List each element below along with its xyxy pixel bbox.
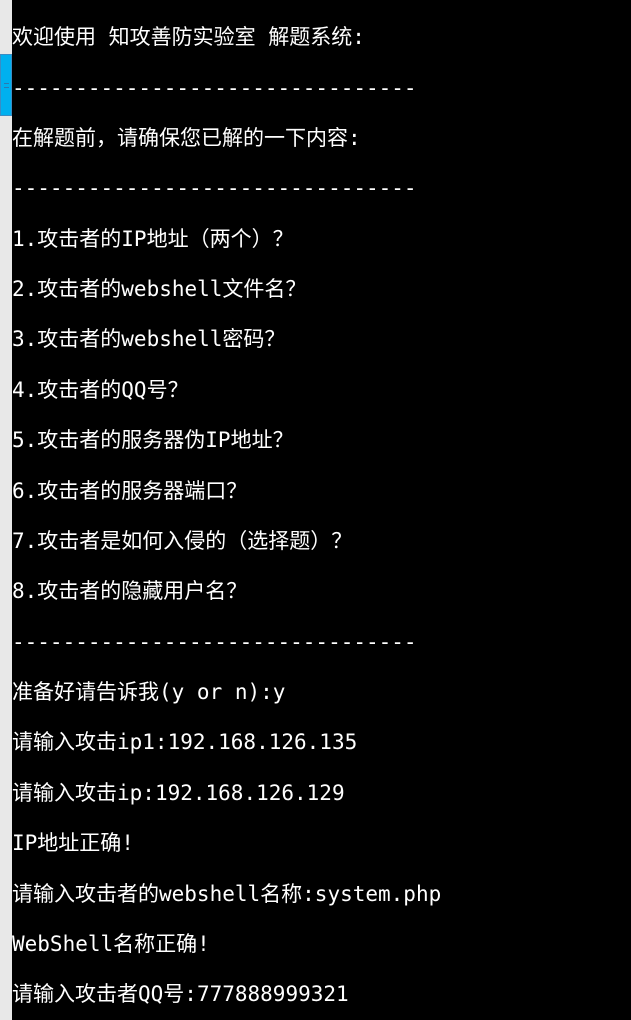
webshell-correct: WebShell名称正确! — [12, 932, 631, 957]
webshell-prompt: 请输入攻击者的webshell名称: — [12, 882, 315, 906]
qq-answer: 777888999321 — [197, 982, 349, 1006]
ip1-prompt: 请输入攻击ip1: — [12, 730, 168, 754]
question-3: 3.攻击者的webshell密码？ — [12, 327, 631, 352]
ip-correct: IP地址正确! — [12, 831, 631, 856]
ip-line: 请输入攻击ip:192.168.126.129 — [12, 781, 631, 806]
question-6: 6.攻击者的服务器端口？ — [12, 479, 631, 504]
ready-line: 准备好请告诉我(y or n):y — [12, 680, 631, 705]
separator: -------------------------------- — [12, 76, 631, 101]
question-5: 5.攻击者的服务器伪IP地址？ — [12, 428, 631, 453]
webshell-line: 请输入攻击者的webshell名称:system.php — [12, 882, 631, 907]
ready-answer: y — [273, 680, 286, 704]
terminal-output[interactable]: 欢迎使用 知攻善防实验室 解题系统: ---------------------… — [12, 0, 631, 1020]
webshell-answer: system.php — [315, 882, 441, 906]
qq-prompt: 请输入攻击者QQ号: — [12, 982, 197, 1006]
qq-line: 请输入攻击者QQ号:777888999321 — [12, 982, 631, 1007]
question-2: 2.攻击者的webshell文件名？ — [12, 277, 631, 302]
ip-answer: 192.168.126.129 — [155, 781, 345, 805]
ip-prompt: 请输入攻击ip: — [12, 781, 155, 805]
question-7: 7.攻击者是如何入侵的（选择题）？ — [12, 529, 631, 554]
welcome-line: 欢迎使用 知攻善防实验室 解题系统: — [12, 25, 631, 50]
scrollbar-track[interactable] — [0, 0, 12, 1020]
separator: -------------------------------- — [12, 630, 631, 655]
ready-prompt: 准备好请告诉我(y or n): — [12, 680, 273, 704]
pre-note: 在解题前，请确保您已解的一下内容: — [12, 126, 631, 151]
scrollbar-thumb[interactable] — [0, 54, 12, 116]
ip1-answer: 192.168.126.135 — [168, 730, 358, 754]
ip1-line: 请输入攻击ip1:192.168.126.135 — [12, 730, 631, 755]
question-8: 8.攻击者的隐藏用户名？ — [12, 579, 631, 604]
question-4: 4.攻击者的QQ号？ — [12, 378, 631, 403]
separator: -------------------------------- — [12, 176, 631, 201]
question-1: 1.攻击者的IP地址（两个）？ — [12, 227, 631, 252]
